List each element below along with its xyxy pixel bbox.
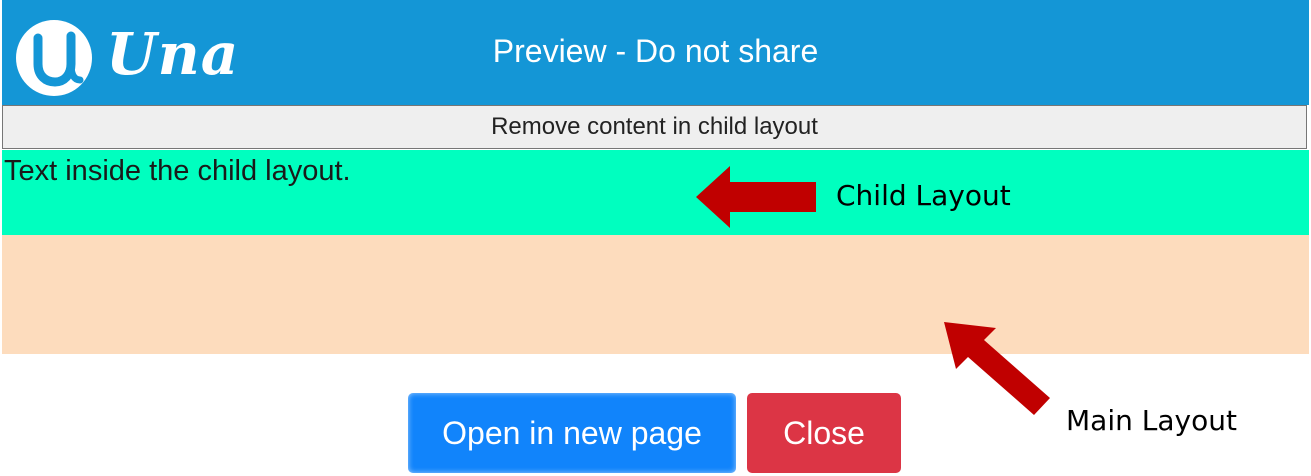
open-in-new-page-button[interactable]: Open in new page xyxy=(408,393,736,473)
remove-content-button[interactable]: Remove content in child layout xyxy=(2,105,1307,149)
up-left-arrow-icon xyxy=(944,322,1050,415)
left-arrow-icon xyxy=(696,166,816,228)
preview-header: Una Preview - Do not share xyxy=(2,0,1309,105)
main-layout xyxy=(2,235,1309,354)
child-layout-text: Text inside the child layout. xyxy=(4,155,351,187)
close-button[interactable]: Close xyxy=(747,393,901,473)
main-layout-label: Main Layout xyxy=(1066,404,1237,437)
page-title: Preview - Do not share xyxy=(492,33,819,69)
child-layout-label: Child Layout xyxy=(836,179,1011,212)
child-layout: Text inside the child layout. xyxy=(2,150,1309,235)
